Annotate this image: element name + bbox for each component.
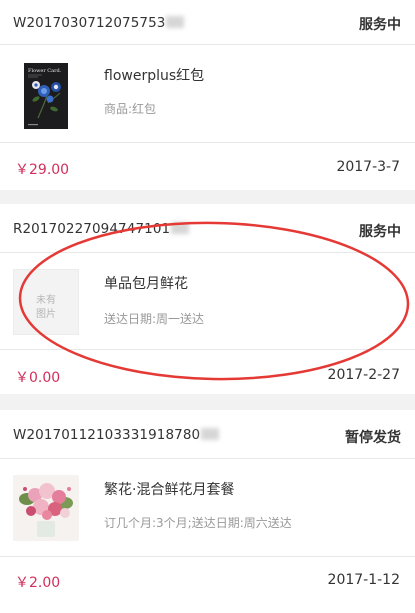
section-gap	[0, 394, 415, 410]
card-title-text: Flower Card.	[28, 68, 62, 74]
product-name: flowerplus红包	[104, 68, 205, 84]
order-card[interactable]: W20170112103331918780 暂停发货 繁花·混合鲜花月套餐 订几…	[0, 410, 415, 613]
product-description: 送达日期:周一送达	[104, 312, 205, 326]
order-price: ￥0.00	[15, 370, 61, 386]
order-header: W20170112103331918780 暂停发货	[0, 410, 415, 454]
order-status: 暂停发货	[345, 430, 401, 446]
divider	[0, 142, 415, 143]
order-price: ￥2.00	[15, 575, 61, 591]
product-description: 商品:红包	[104, 102, 157, 116]
placeholder-text: 图片	[36, 309, 56, 320]
order-footer: ￥0.00 2017-2-27	[0, 353, 415, 397]
order-price: ￥29.00	[15, 162, 70, 178]
product-row[interactable]: 未有 图片 单品包月鲜花 送达日期:周一送达	[0, 253, 415, 350]
product-row[interactable]: Flower Card. flowerplus红包 商品:红包	[0, 45, 415, 142]
order-id: W20170112103331918780	[13, 427, 220, 443]
order-date: 2017-2-27	[327, 367, 400, 383]
product-row[interactable]: 繁花·混合鲜花月套餐 订几个月:3个月;送达日期:周六送达	[0, 459, 415, 556]
product-thumbnail: Flower Card.	[24, 63, 68, 129]
order-status: 服务中	[359, 17, 401, 33]
order-date: 2017-3-7	[336, 159, 400, 175]
divider	[0, 349, 415, 350]
order-date: 2017-1-12	[327, 572, 400, 588]
section-gap	[0, 190, 415, 204]
product-name: 单品包月鲜花	[104, 276, 188, 292]
flower-bouquet-image	[13, 475, 79, 541]
order-status: 服务中	[359, 224, 401, 240]
order-footer: ￥2.00 2017-1-12	[0, 560, 415, 604]
order-header: W2017030712075753 服务中	[0, 0, 415, 44]
placeholder-text: 未有	[36, 295, 56, 306]
order-id: R20170227094747101	[13, 221, 190, 237]
order-card[interactable]: W2017030712075753 服务中 Flower Card. flowe…	[0, 0, 415, 190]
order-card[interactable]: R20170227094747101 服务中 未有 图片 单品包月鲜花 送达日期…	[0, 204, 415, 394]
product-description: 订几个月:3个月;送达日期:周六送达	[104, 516, 292, 530]
divider	[0, 556, 415, 557]
order-header: R20170227094747101 服务中	[0, 204, 415, 248]
product-name: 繁花·混合鲜花月套餐	[104, 482, 235, 498]
order-id: W2017030712075753	[13, 15, 185, 31]
order-footer: ￥29.00 2017-3-7	[0, 146, 415, 190]
product-thumbnail	[13, 475, 79, 541]
flower-card-image: Flower Card.	[24, 63, 68, 129]
no-image-placeholder: 未有 图片	[13, 269, 79, 335]
